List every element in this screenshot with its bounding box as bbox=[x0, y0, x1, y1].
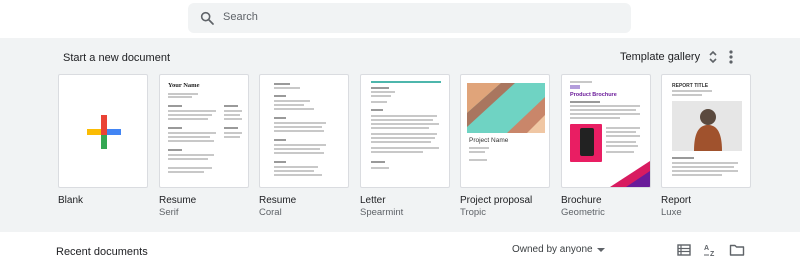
gallery-title: Start a new document bbox=[63, 52, 171, 64]
template-thumbnail[interactable]: Product Brochure bbox=[561, 74, 651, 188]
template-letter-spearmint[interactable]: Letter Spearmint bbox=[360, 74, 452, 218]
svg-text:A: A bbox=[704, 245, 709, 252]
template-report-luxe[interactable]: REPORT TITLE Report Luxe bbox=[661, 74, 753, 218]
sort-az-icon[interactable]: A Z bbox=[703, 242, 719, 258]
report-photo bbox=[672, 101, 742, 151]
recent-documents-bar: Recent documents Owned by anyone A Z bbox=[0, 232, 800, 272]
geometric-corner bbox=[610, 161, 650, 187]
more-options-button[interactable] bbox=[720, 46, 742, 68]
thumb-heading: Product Brochure bbox=[570, 92, 617, 98]
thumb-heading: REPORT TITLE bbox=[672, 83, 709, 89]
template-gallery-button[interactable]: Template gallery bbox=[612, 45, 726, 69]
unfold-icon bbox=[709, 50, 717, 64]
search-box[interactable]: Search bbox=[188, 3, 631, 33]
template-name: Letter bbox=[360, 195, 386, 206]
template-gallery: Start a new document Template gallery Bl… bbox=[0, 38, 800, 232]
template-name: Report bbox=[661, 195, 692, 206]
owned-by-label: Owned by anyone bbox=[512, 244, 593, 255]
template-subtitle: Geometric bbox=[561, 207, 605, 218]
template-resume-serif[interactable]: Your Name Resume Serif bbox=[159, 74, 251, 218]
plus-icon bbox=[87, 115, 121, 149]
folder-icon[interactable] bbox=[729, 242, 745, 258]
template-brochure-geometric[interactable]: Product Brochure Brochure Geometric bbox=[561, 74, 653, 218]
template-subtitle: Tropic bbox=[460, 207, 487, 218]
thumb-heading: Project Name bbox=[469, 137, 509, 144]
search-icon bbox=[200, 11, 214, 25]
template-name: Resume bbox=[159, 195, 197, 206]
template-blank[interactable]: Blank bbox=[58, 74, 150, 206]
svg-text:Z: Z bbox=[710, 251, 715, 258]
search-input[interactable]: Search bbox=[223, 11, 258, 23]
template-thumbnail[interactable]: REPORT TITLE bbox=[661, 74, 751, 188]
template-resume-coral[interactable]: Resume Coral bbox=[259, 74, 351, 218]
accent-line bbox=[371, 81, 441, 83]
template-thumbnail[interactable] bbox=[58, 74, 148, 188]
template-subtitle: Luxe bbox=[661, 207, 682, 218]
template-thumbnail[interactable]: Project Name bbox=[460, 74, 550, 188]
template-subtitle: Serif bbox=[159, 207, 179, 218]
template-subtitle: Coral bbox=[259, 207, 282, 218]
template-name: Project proposal bbox=[460, 195, 533, 206]
template-name: Blank bbox=[58, 195, 84, 206]
tropic-graphic bbox=[467, 83, 545, 133]
template-project-proposal-tropic[interactable]: Project Name Project proposal Tropic bbox=[460, 74, 552, 218]
phone-image bbox=[570, 124, 602, 162]
brand-mark bbox=[570, 85, 580, 89]
template-gallery-label: Template gallery bbox=[620, 51, 701, 63]
more-vert-icon bbox=[729, 50, 733, 64]
template-name: Resume bbox=[259, 195, 297, 206]
list-view-icon[interactable] bbox=[676, 242, 692, 258]
template-thumbnail[interactable] bbox=[259, 74, 349, 188]
template-subtitle: Spearmint bbox=[360, 207, 404, 218]
owned-by-dropdown[interactable]: Owned by anyone bbox=[512, 244, 605, 255]
recent-documents-title: Recent documents bbox=[56, 246, 148, 258]
template-thumbnail[interactable] bbox=[360, 74, 450, 188]
dropdown-arrow-icon bbox=[596, 247, 605, 252]
top-bar: Search bbox=[0, 0, 800, 38]
template-thumbnail[interactable]: Your Name bbox=[159, 74, 249, 188]
template-name: Brochure bbox=[561, 195, 602, 206]
thumb-heading: Your Name bbox=[168, 82, 200, 89]
